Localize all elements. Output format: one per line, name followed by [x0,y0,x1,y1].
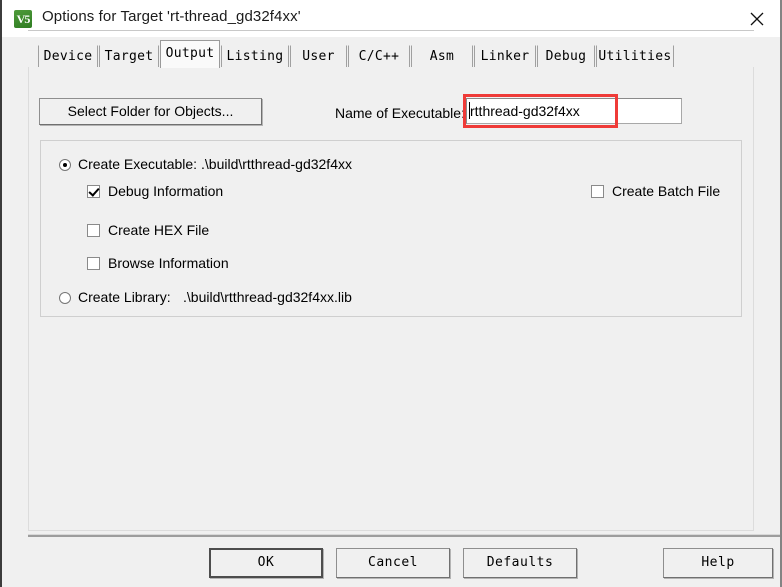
name-of-executable-input[interactable] [466,98,682,124]
text-caret [469,102,470,119]
create-batch-file-label: Create Batch File [612,183,721,199]
tab-cpp[interactable]: C/C++ [348,45,410,67]
checkbox-checked-icon [87,185,100,198]
radio-off-icon [59,292,71,304]
ok-button[interactable]: OK [209,548,323,578]
title-bar: V5 Options for Target 'rt-thread_gd32f4x… [2,0,780,37]
checkbox-unchecked-icon [87,257,100,270]
close-button[interactable] [734,0,780,37]
tab-asm[interactable]: Asm [411,45,473,67]
radio-on-icon [59,159,71,171]
help-button[interactable]: Help [663,548,773,578]
debug-information-label: Debug Information [108,183,224,199]
create-executable-path: .\build\rtthread-gd32f4xx [201,156,352,172]
tab-user[interactable]: User [290,45,347,67]
tab-debug[interactable]: Debug [537,45,595,67]
checkbox-unchecked-icon [87,224,100,237]
create-library-label: Create Library: [78,289,171,305]
browse-information-label: Browse Information [108,255,229,271]
create-executable-label: Create Executable: [78,156,198,172]
keil-uvision-icon: V5 [14,10,32,28]
defaults-button[interactable]: Defaults [463,548,577,578]
footer-separator [28,534,780,537]
checkbox-unchecked-icon [591,185,604,198]
tab-strip: Device Target Output Listing User C/C++ … [2,37,780,68]
tab-linker[interactable]: Linker [474,45,536,67]
options-dialog-window: V5 Options for Target 'rt-thread_gd32f4x… [0,0,782,587]
output-options-groupbox: Create Executable: .\build\rtthread-gd32… [40,140,742,317]
tab-listing[interactable]: Listing [221,45,289,67]
window-title: Options for Target 'rt-thread_gd32f4xx' [42,8,301,25]
name-of-executable-label: Name of Executable: [335,105,465,121]
output-tab-page: Select Folder for Objects... Name of Exe… [28,67,754,531]
create-library-path: .\build\rtthread-gd32f4xx.lib [183,289,352,305]
create-hex-file-label: Create HEX File [108,222,210,238]
tab-output[interactable]: Output [160,40,220,68]
select-folder-for-objects-button[interactable]: Select Folder for Objects... [39,98,262,125]
tab-device[interactable]: Device [38,45,98,67]
tab-strip-underline [28,30,754,31]
tab-target[interactable]: Target [99,45,159,67]
close-icon [750,12,764,25]
cancel-button[interactable]: Cancel [336,548,450,578]
keil-uvision-icon-glyph: V5 [16,12,31,26]
tab-utilities[interactable]: Utilities [596,45,674,67]
